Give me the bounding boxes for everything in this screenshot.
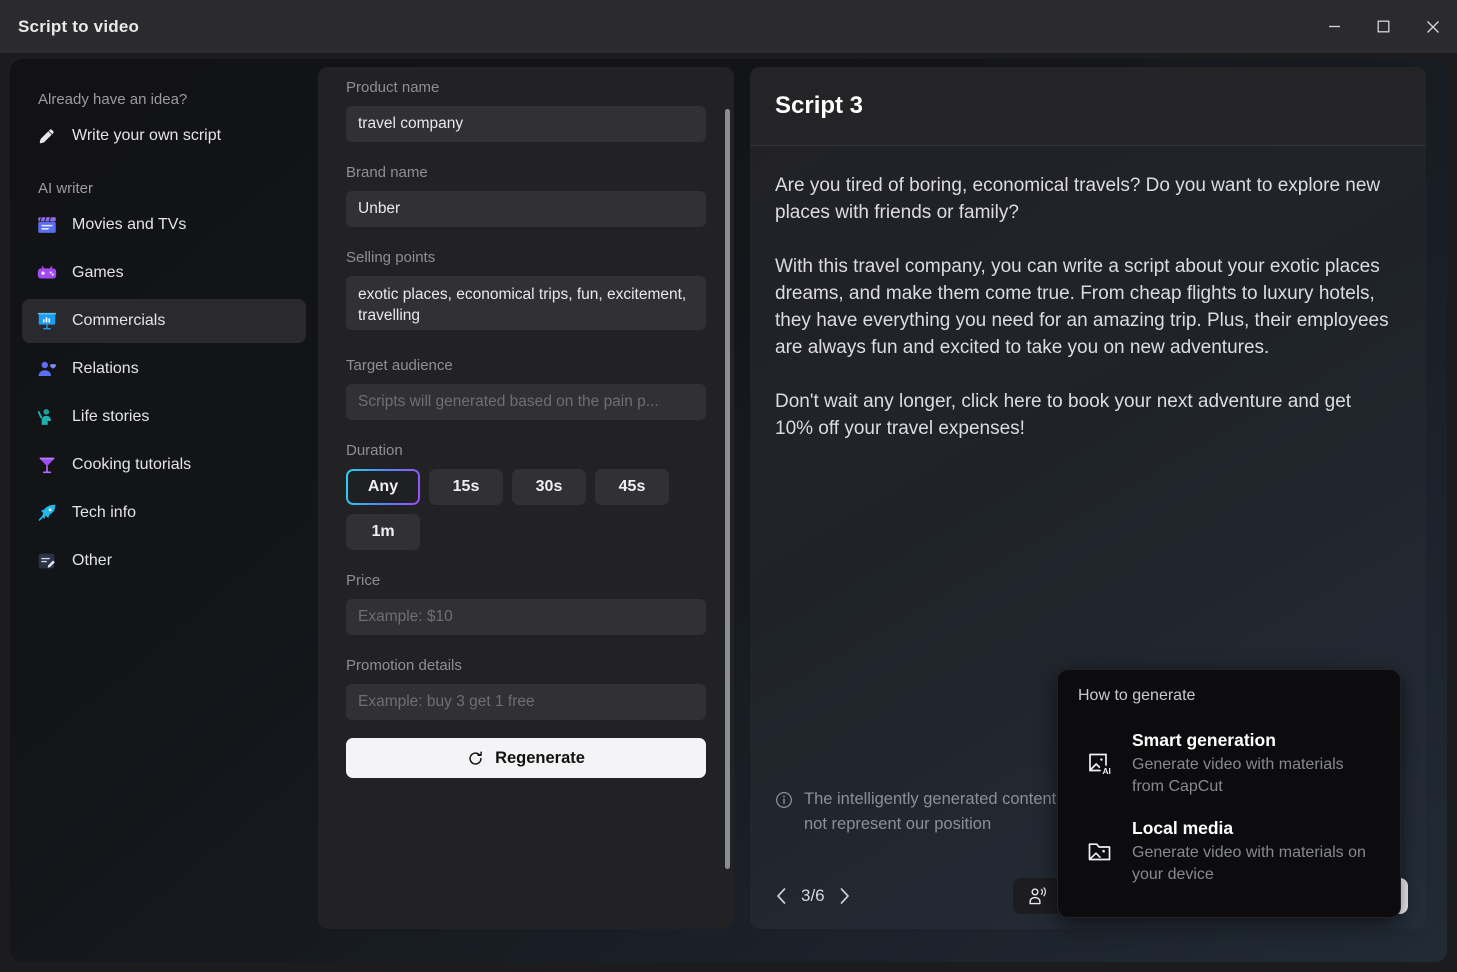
window-title: Script to video (18, 16, 140, 36)
refresh-icon (469, 750, 482, 765)
sidebar-item-label: Write your own script (72, 127, 222, 144)
gamepad-icon (37, 266, 57, 279)
promotion-details-input[interactable] (346, 684, 706, 720)
close-icon (1426, 20, 1439, 33)
image-ai-icon: AI (1089, 753, 1111, 776)
sidebar-item-label: Movies and TVs (72, 216, 187, 233)
settings-scrollbar[interactable] (725, 109, 730, 869)
script-header: Script 3 (750, 67, 1426, 146)
sidebar-heading-ai-writer: AI writer (38, 180, 94, 197)
product-name-input[interactable] (346, 106, 706, 142)
duration-option-1m[interactable]: 1m (346, 514, 420, 550)
settings-scroll-area[interactable]: Product name Brand name Selling points e… (318, 67, 734, 929)
presentation-icon (37, 312, 57, 330)
script-title: Script 3 (775, 92, 864, 119)
sidebar-item-write-your-own-script[interactable]: Write your own script (22, 114, 306, 158)
target-audience-input[interactable] (346, 384, 706, 420)
sidebar-item-label: Commercials (72, 312, 166, 329)
option-text: Smart generation Generate video with mat… (1132, 730, 1372, 798)
target-audience-label: Target audience (346, 357, 453, 374)
svg-text:AI: AI (1103, 766, 1111, 776)
sidebar: Already have an idea? Write your own scr… (10, 59, 318, 962)
script-paragraph: With this travel company, you can write … (775, 256, 1389, 358)
maximize-button[interactable] (1359, 0, 1408, 53)
sidebar-item-movies-and-tvs[interactable]: Movies and TVs (22, 203, 306, 247)
option-name: Smart generation (1132, 730, 1276, 750)
window-controls (1310, 0, 1457, 53)
maximize-icon (1377, 20, 1390, 33)
how-to-generate-title: How to generate (1078, 687, 1196, 704)
script-pager: 3/6 (774, 886, 852, 906)
window-body: Already have an idea? Write your own scr… (0, 53, 1457, 972)
price-label: Price (346, 572, 381, 589)
prev-script-button[interactable] (774, 886, 789, 906)
sidebar-item-other[interactable]: Other (22, 539, 306, 583)
cocktail-icon (39, 457, 55, 474)
sidebar-item-games[interactable]: Games (22, 251, 306, 295)
sidebar-item-label: Cooking tutorials (72, 456, 192, 473)
selling-points-input[interactable]: exotic places, economical trips, fun, ex… (346, 276, 706, 330)
script-settings-panel: Product name Brand name Selling points e… (318, 67, 734, 929)
script-page-indicator: 3/6 (801, 886, 825, 905)
minimize-icon (1329, 25, 1340, 28)
app-surface: Already have an idea? Write your own scr… (10, 59, 1447, 962)
brand-name-label: Brand name (346, 164, 428, 181)
close-button[interactable] (1408, 0, 1457, 53)
brand-name-input[interactable] (346, 191, 706, 227)
people-heart-icon (38, 361, 56, 376)
folder-image-icon (1088, 843, 1111, 861)
duration-option-15s[interactable]: 15s (429, 469, 503, 505)
product-name-label: Product name (346, 79, 440, 96)
chevron-left-icon (777, 888, 786, 904)
script-paragraph: Are you tired of boring, economical trav… (775, 175, 1381, 223)
sidebar-item-label: Tech info (72, 504, 137, 521)
sidebar-item-label: Life stories (72, 408, 150, 425)
next-script-button[interactable] (837, 886, 852, 906)
duration-option-any[interactable]: Any (346, 469, 420, 505)
sidebar-item-life-stories[interactable]: Life stories (22, 395, 306, 439)
option-local-media[interactable]: Local media Generate video with material… (1078, 811, 1380, 893)
regenerate-button[interactable]: Regenerate (346, 738, 706, 778)
sidebar-heading-idea: Already have an idea? (38, 91, 188, 108)
person-wave-icon (37, 409, 51, 425)
clapperboard-icon (38, 217, 56, 233)
rocket-icon (38, 504, 56, 521)
regenerate-label: Regenerate (495, 748, 585, 767)
sidebar-item-commercials[interactable]: Commercials (22, 299, 306, 343)
how-to-generate-popup: How to generate AI Smart generation Gene… (1057, 669, 1401, 918)
sidebar-item-label: Other (72, 552, 113, 569)
pencil-icon (39, 129, 54, 144)
promotion-details-label: Promotion details (346, 657, 462, 674)
duration-option-45s[interactable]: 45s (595, 469, 669, 505)
duration-options: Any 15s 30s 45s 1m (346, 469, 706, 550)
sidebar-item-cooking-tutorials[interactable]: Cooking tutorials (22, 443, 306, 487)
note-edit-icon (38, 553, 55, 569)
option-description: Generate video with materials from CapCu… (1132, 756, 1344, 795)
title-bar: Script to video (0, 0, 1457, 53)
info-icon (775, 791, 793, 809)
option-text: Local media Generate video with material… (1132, 818, 1372, 886)
minimize-button[interactable] (1310, 0, 1359, 53)
sidebar-item-relations[interactable]: Relations (22, 347, 306, 391)
sidebar-item-label: Relations (72, 360, 139, 377)
selling-points-label: Selling points (346, 249, 436, 266)
script-paragraph: Don't wait any longer, click here to boo… (775, 391, 1352, 439)
price-input[interactable] (346, 599, 706, 635)
sidebar-item-tech-info[interactable]: Tech info (22, 491, 306, 535)
script-content[interactable]: Are you tired of boring, economical trav… (750, 146, 1426, 442)
option-description: Generate video with materials on your de… (1132, 844, 1366, 883)
duration-label: Duration (346, 442, 403, 459)
duration-option-30s[interactable]: 30s (512, 469, 586, 505)
sidebar-item-label: Games (72, 264, 124, 281)
voice-person-icon (1029, 886, 1046, 904)
chevron-right-icon (840, 888, 849, 904)
option-name: Local media (1132, 818, 1234, 838)
option-smart-generation[interactable]: AI Smart generation Generate video with … (1078, 723, 1380, 805)
